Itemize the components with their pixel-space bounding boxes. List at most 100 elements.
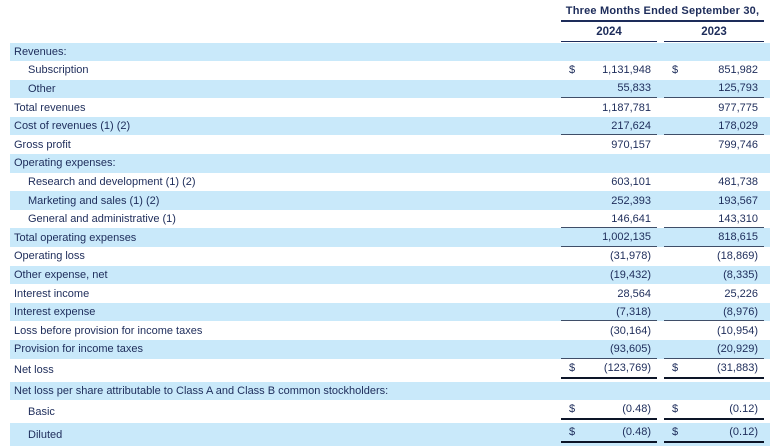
value-2023: (8,976) — [723, 306, 758, 318]
value-2024: 603,101 — [611, 176, 651, 188]
value-cell-2023: $ (0.12) — [664, 400, 764, 420]
value-2024: (93,605) — [610, 343, 651, 355]
value-cell-2023: 143,310 — [664, 210, 764, 229]
value-cell-2024: $ (0.48) — [561, 400, 657, 420]
value-2024: 55,833 — [617, 82, 651, 94]
value-2023: 178,029 — [718, 120, 758, 132]
row-label: Total revenues — [10, 102, 561, 114]
value-cell-2024: 252,393 — [561, 191, 657, 210]
value-cell-2024: 970,157 — [561, 135, 657, 154]
row-label: General and administrative (1) — [10, 213, 561, 225]
value-2023: 818,615 — [718, 231, 758, 243]
value-2023: (10,954) — [717, 325, 758, 337]
table-row: Other 55,833 125,793 — [10, 80, 770, 99]
value-cell-2024: (19,432) — [561, 266, 657, 285]
dollar-sign-2024: $ — [569, 426, 575, 438]
dollar-sign-2023: $ — [672, 362, 678, 374]
dollar-sign-2023: $ — [672, 426, 678, 438]
value-2024: (0.48) — [622, 426, 651, 438]
table-row: Net loss $ (123,769) $ (31,883) — [10, 359, 770, 382]
table-row: Cost of revenues (1) (2) 217,624 178,029 — [10, 117, 770, 136]
dollar-sign-2024: $ — [569, 64, 575, 76]
value-cell-2023: 818,615 — [664, 228, 764, 247]
row-label: Revenues: — [10, 46, 561, 58]
value-cell-2023: 125,793 — [664, 80, 764, 99]
value-2024: (30,164) — [610, 325, 651, 337]
table-row: Total revenues 1,187,781 977,775 — [10, 98, 770, 117]
row-label: Total operating expenses — [10, 232, 561, 244]
dollar-sign-2023: $ — [672, 403, 678, 415]
value-2023: 125,793 — [718, 82, 758, 94]
row-label: Loss before provision for income taxes — [10, 325, 561, 337]
period-header: Three Months Ended September 30, — [561, 4, 764, 22]
row-label: Operating loss — [10, 250, 561, 262]
value-2024: (7,318) — [616, 306, 651, 318]
value-2024: 146,641 — [611, 213, 651, 225]
value-cell-2024 — [561, 382, 657, 401]
row-label: Other expense, net — [10, 269, 561, 281]
row-label: Gross profit — [10, 139, 561, 151]
value-2024: (123,769) — [604, 362, 651, 374]
row-label: Marketing and sales (1) (2) — [10, 195, 561, 207]
table-row: Interest expense (7,318) (8,976) — [10, 303, 770, 322]
table-row: Basic $ (0.48) $ (0.12) — [10, 400, 770, 423]
table-row: General and administrative (1) 146,641 1… — [10, 210, 770, 229]
table-row: Net loss per share attributable to Class… — [10, 382, 770, 401]
dollar-sign-2024: $ — [569, 403, 575, 415]
table-header: Three Months Ended September 30, 2024 20… — [561, 0, 764, 42]
value-cell-2024: (30,164) — [561, 321, 657, 340]
value-cell-2023: 193,567 — [664, 191, 764, 210]
value-cell-2023: 481,738 — [664, 173, 764, 192]
value-cell-2024: $ 1,131,948 — [561, 61, 657, 80]
value-2023: 799,746 — [718, 139, 758, 151]
table-row: Interest income 28,564 25,226 — [10, 284, 770, 303]
value-2023: 977,775 — [718, 102, 758, 114]
value-2023: 851,982 — [718, 64, 758, 76]
row-label: Interest expense — [10, 306, 561, 318]
value-cell-2024: (93,605) — [561, 340, 657, 359]
value-cell-2024: 603,101 — [561, 173, 657, 192]
value-2023: (20,929) — [717, 343, 758, 355]
row-label: Provision for income taxes — [10, 343, 561, 355]
value-cell-2024: 217,624 — [561, 117, 657, 136]
value-cell-2024 — [561, 154, 657, 173]
row-label: Interest income — [10, 288, 561, 300]
table-row: Research and development (1) (2) 603,101… — [10, 173, 770, 192]
value-cell-2024: 55,833 — [561, 80, 657, 99]
row-label: Net loss — [10, 364, 561, 376]
value-cell-2023: 977,775 — [664, 98, 764, 117]
table-row: Other expense, net (19,432) (8,335) — [10, 266, 770, 285]
year-columns: 2024 2023 — [561, 22, 764, 42]
value-cell-2024: 28,564 — [561, 284, 657, 303]
table-row: Operating expenses: — [10, 154, 770, 173]
dollar-sign-2024: $ — [569, 362, 575, 374]
row-label: Research and development (1) (2) — [10, 176, 561, 188]
value-2024: (0.48) — [622, 403, 651, 415]
value-cell-2024: 1,002,135 — [561, 228, 657, 247]
table-row: Loss before provision for income taxes (… — [10, 321, 770, 340]
table-row: Marketing and sales (1) (2) 252,393 193,… — [10, 191, 770, 210]
value-2023: (18,869) — [717, 250, 758, 262]
value-2023: (0.12) — [729, 403, 758, 415]
value-2023: (31,883) — [717, 362, 758, 374]
value-cell-2023: (18,869) — [664, 247, 764, 266]
value-cell-2024: $ (0.48) — [561, 423, 657, 443]
value-2024: 1,002,135 — [602, 231, 651, 243]
table-row: Revenues: — [10, 43, 770, 62]
value-cell-2024: 1,187,781 — [561, 98, 657, 117]
value-cell-2023: (8,976) — [664, 303, 764, 322]
value-cell-2023: (20,929) — [664, 340, 764, 359]
value-cell-2023: $ 851,982 — [664, 61, 764, 80]
value-cell-2023 — [664, 382, 764, 401]
column-header-2024: 2024 — [561, 22, 657, 42]
value-cell-2023: $ (31,883) — [664, 359, 764, 379]
value-2024: (31,978) — [610, 250, 651, 262]
value-2024: (19,432) — [610, 269, 651, 281]
value-cell-2023: $ (0.12) — [664, 423, 764, 443]
value-2023: 481,738 — [718, 176, 758, 188]
value-2023: (8,335) — [723, 269, 758, 281]
value-2023: 193,567 — [718, 195, 758, 207]
column-header-2023: 2023 — [664, 22, 764, 42]
value-cell-2024 — [561, 43, 657, 62]
value-cell-2023: 25,226 — [664, 284, 764, 303]
